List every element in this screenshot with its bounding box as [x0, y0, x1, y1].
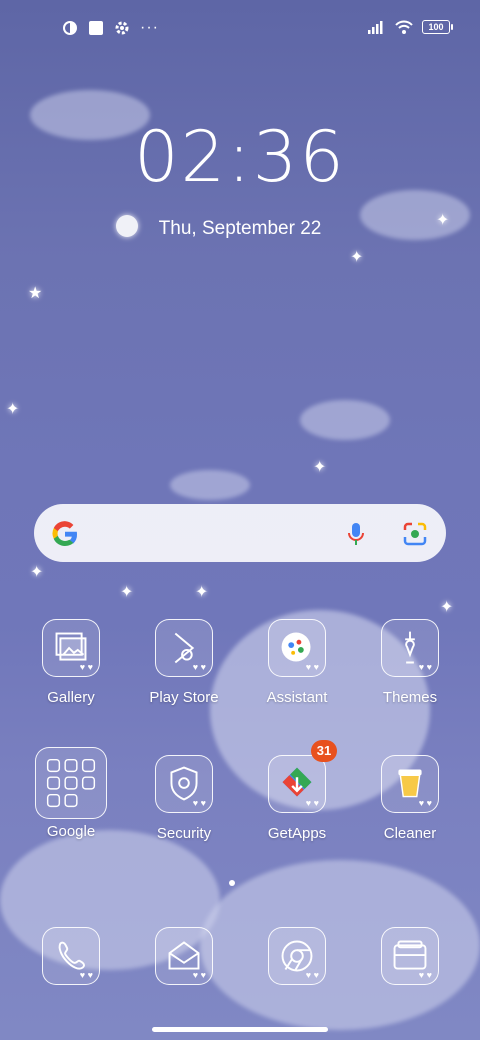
chrome-icon: ♥ ♥ — [268, 927, 326, 985]
notification-app-icon — [63, 21, 77, 35]
themes-icon: ♥ ♥ — [381, 619, 439, 677]
app-getapps[interactable]: ♥ ♥ 31 GetApps — [247, 740, 347, 842]
dock-messages[interactable]: ♥ ♥ — [134, 927, 234, 985]
assistant-icon: ♥ ♥ — [268, 619, 326, 677]
dock-camera[interactable]: ♥ ♥ — [360, 927, 460, 985]
app-google-folder[interactable]: Google — [21, 747, 121, 840]
microphone-icon[interactable] — [346, 522, 366, 546]
google-folder-icon — [35, 747, 107, 819]
date[interactable]: Thu, September 22 — [0, 218, 480, 240]
page-indicator — [229, 880, 235, 886]
google-g-icon — [52, 521, 78, 547]
notification-badge: 31 — [311, 740, 337, 762]
app-gallery[interactable]: ♥ ♥ Gallery — [21, 619, 121, 706]
gallery-icon: ♥ ♥ — [42, 619, 100, 677]
dock-chrome[interactable]: ♥ ♥ — [247, 927, 347, 985]
play-store-icon: ♥ ♥ — [155, 619, 213, 677]
signal-icon — [368, 21, 383, 34]
app-label: Google — [46, 823, 96, 840]
app-label: Play Store — [149, 689, 219, 706]
more-dots-icon: ··· — [140, 19, 159, 36]
home-gesture-bar[interactable] — [152, 1027, 328, 1032]
cleaner-icon: ♥ ♥ — [381, 755, 439, 813]
app-label: Gallery — [47, 689, 95, 706]
phone-icon: ♥ ♥ — [42, 927, 100, 985]
wifi-icon — [395, 20, 413, 34]
getapps-icon: ♥ ♥ 31 — [268, 740, 337, 813]
google-search-bar[interactable] — [34, 504, 446, 562]
camera-icon: ♥ ♥ — [381, 927, 439, 985]
google-lens-icon[interactable] — [402, 521, 428, 547]
app-label: Cleaner — [383, 825, 437, 842]
security-icon: ♥ ♥ — [155, 755, 213, 813]
app-themes[interactable]: ♥ ♥ Themes — [360, 619, 460, 706]
gear-icon — [115, 21, 129, 35]
app-security[interactable]: ♥ ♥ Security — [134, 755, 234, 842]
clock[interactable]: 02:36 — [0, 116, 480, 198]
square-notification-icon — [89, 21, 103, 35]
dock-phone[interactable]: ♥ ♥ — [21, 927, 121, 985]
battery-indicator: 100 — [422, 20, 453, 34]
app-label: Themes — [382, 689, 438, 706]
app-label: Assistant — [266, 689, 328, 706]
app-assistant[interactable]: ♥ ♥ Assistant — [247, 619, 347, 706]
app-label: GetApps — [267, 825, 327, 842]
app-cleaner[interactable]: ♥ ♥ Cleaner — [360, 755, 460, 842]
messages-icon: ♥ ♥ — [155, 927, 213, 985]
app-label: Security — [156, 825, 212, 842]
status-bar: ··· 100 — [0, 0, 480, 56]
app-play-store[interactable]: ♥ ♥ Play Store — [134, 619, 234, 706]
